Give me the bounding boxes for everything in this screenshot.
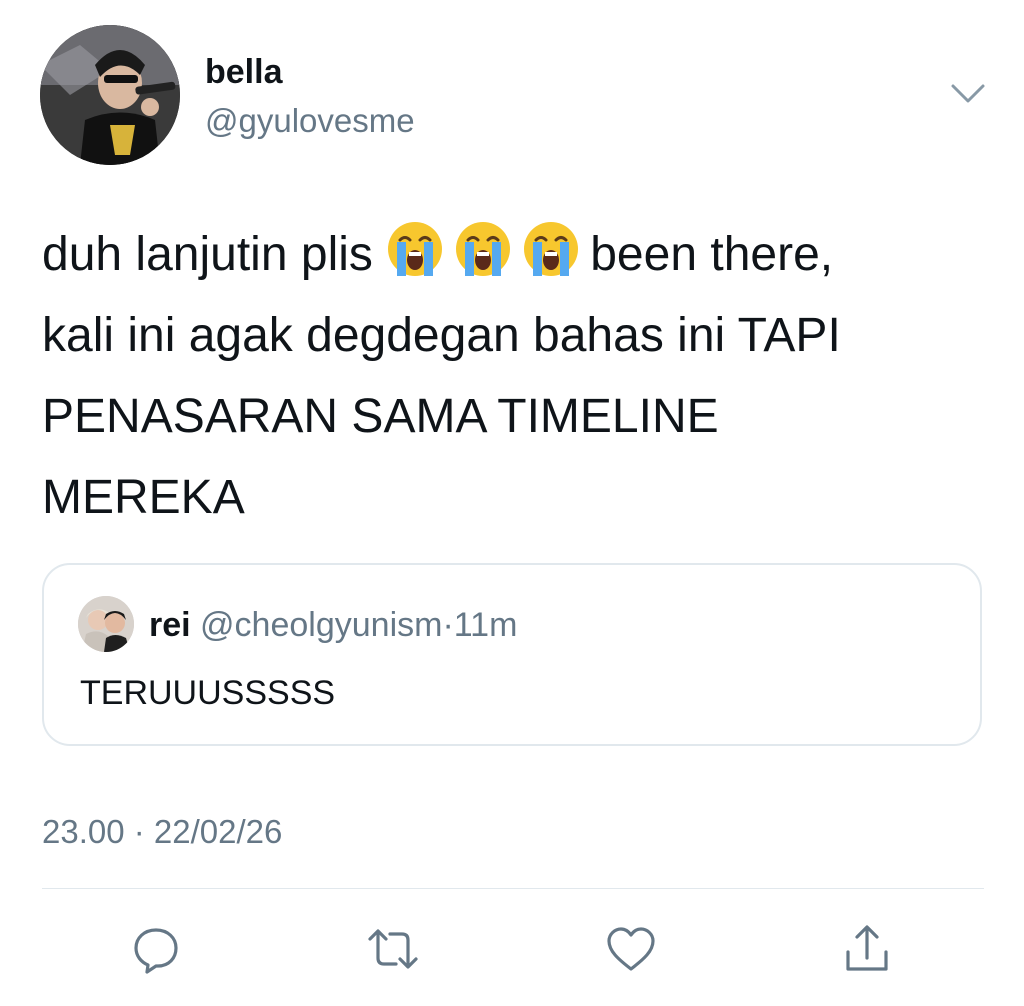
tweet-line-2: kali ini agak degdegan bahas ini TAPI <box>42 309 841 362</box>
like-icon[interactable] <box>604 922 658 976</box>
author-handle[interactable]: @gyulovesme <box>205 101 415 141</box>
chevron-down-icon[interactable] <box>950 82 986 106</box>
tweet-text-segment: been there, <box>590 228 834 281</box>
quoted-author-handle[interactable]: @cheolgyunism <box>200 606 442 644</box>
tweet-text-segment: duh lanjutin plis <box>42 228 373 281</box>
tweet-line-1: duh lanjutin plis been there, <box>42 214 992 295</box>
quoted-author-avatar[interactable] <box>78 596 134 652</box>
tweet-text: duh lanjutin plis been there, kali ini a… <box>42 214 992 538</box>
tweet-line-3: PENASARAN SAMA TIMELINE <box>42 390 719 443</box>
quoted-tweet-time: 11m <box>453 606 518 644</box>
separator-dot: · <box>442 606 454 644</box>
divider <box>42 888 984 889</box>
loudly-crying-face-icon <box>454 220 512 278</box>
quoted-author-name[interactable]: rei <box>149 606 191 644</box>
avatar-photo-icon <box>78 596 134 652</box>
quoted-tweet-card[interactable]: rei @cheolgyunism·11m TERUUUSSSSS <box>42 563 982 746</box>
share-icon[interactable] <box>840 922 894 976</box>
author-name[interactable]: bella <box>205 52 282 92</box>
loudly-crying-face-icon <box>522 220 580 278</box>
tweet-timestamp[interactable]: 23.00 · 22/02/26 <box>42 810 282 854</box>
quoted-tweet-header: rei @cheolgyunism·11m <box>149 603 517 647</box>
tweet-line-4: MEREKA <box>42 471 245 524</box>
quoted-tweet-text: TERUUUSSSSS <box>80 674 336 712</box>
loudly-crying-face-icon <box>386 220 444 278</box>
reply-icon[interactable] <box>129 922 183 976</box>
avatar-photo-icon <box>40 25 180 165</box>
retweet-icon[interactable] <box>366 922 420 976</box>
author-avatar[interactable] <box>40 25 180 165</box>
